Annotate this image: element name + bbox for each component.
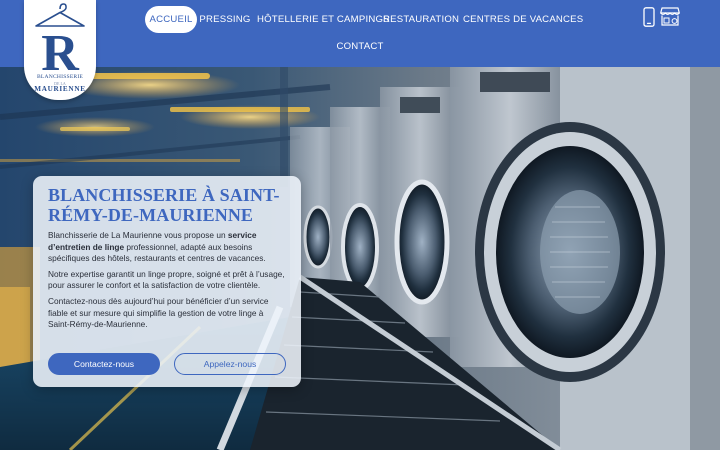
hero-paragraph-3: Contactez-nous dès aujourd’hui pour béné… [48,295,269,330]
svg-text:R: R [41,25,80,74]
logo-word-blanchisserie: BLANCHISSERIE [36,74,84,80]
nav-restauration[interactable]: RESTAURATION [383,6,459,33]
nav-centres-vacances[interactable]: CENTRES DE VACANCES [463,6,583,33]
nav-contact[interactable]: CONTACT [335,33,385,60]
hanger-r-logo-graphic: R [35,3,85,74]
phone-icon[interactable] [643,7,655,27]
hero-card: Blanchisserie à Saint-Rémy-de-Maurienne … [33,176,301,387]
nav-pressing[interactable]: PRESSING [199,6,251,33]
main-nav: ACCUEIL PRESSING HÔTELLERIE ET CAMPINGS … [0,0,720,67]
logo-word-maurienne: MAURIENNE [34,85,86,93]
nav-hotellerie-campings[interactable]: HÔTELLERIE ET CAMPINGS [257,6,390,33]
call-button[interactable]: Appelez-nous [174,353,286,375]
shop-icon[interactable] [660,7,680,26]
hero-paragraph-2: Notre expertise garantit un linge propre… [48,268,285,291]
contact-button[interactable]: Contactez-nous [48,353,160,375]
nav-accueil[interactable]: ACCUEIL [145,6,197,33]
site-header: ACCUEIL PRESSING HÔTELLERIE ET CAMPINGS … [0,0,720,67]
hero-paragraph-1: Blanchisserie de La Maurienne vous propo… [48,230,266,264]
site-logo[interactable]: R BLANCHISSERIE DE LA MAURIENNE [24,0,96,100]
hero-title: Blanchisserie à Saint-Rémy-de-Maurienne [48,185,280,225]
